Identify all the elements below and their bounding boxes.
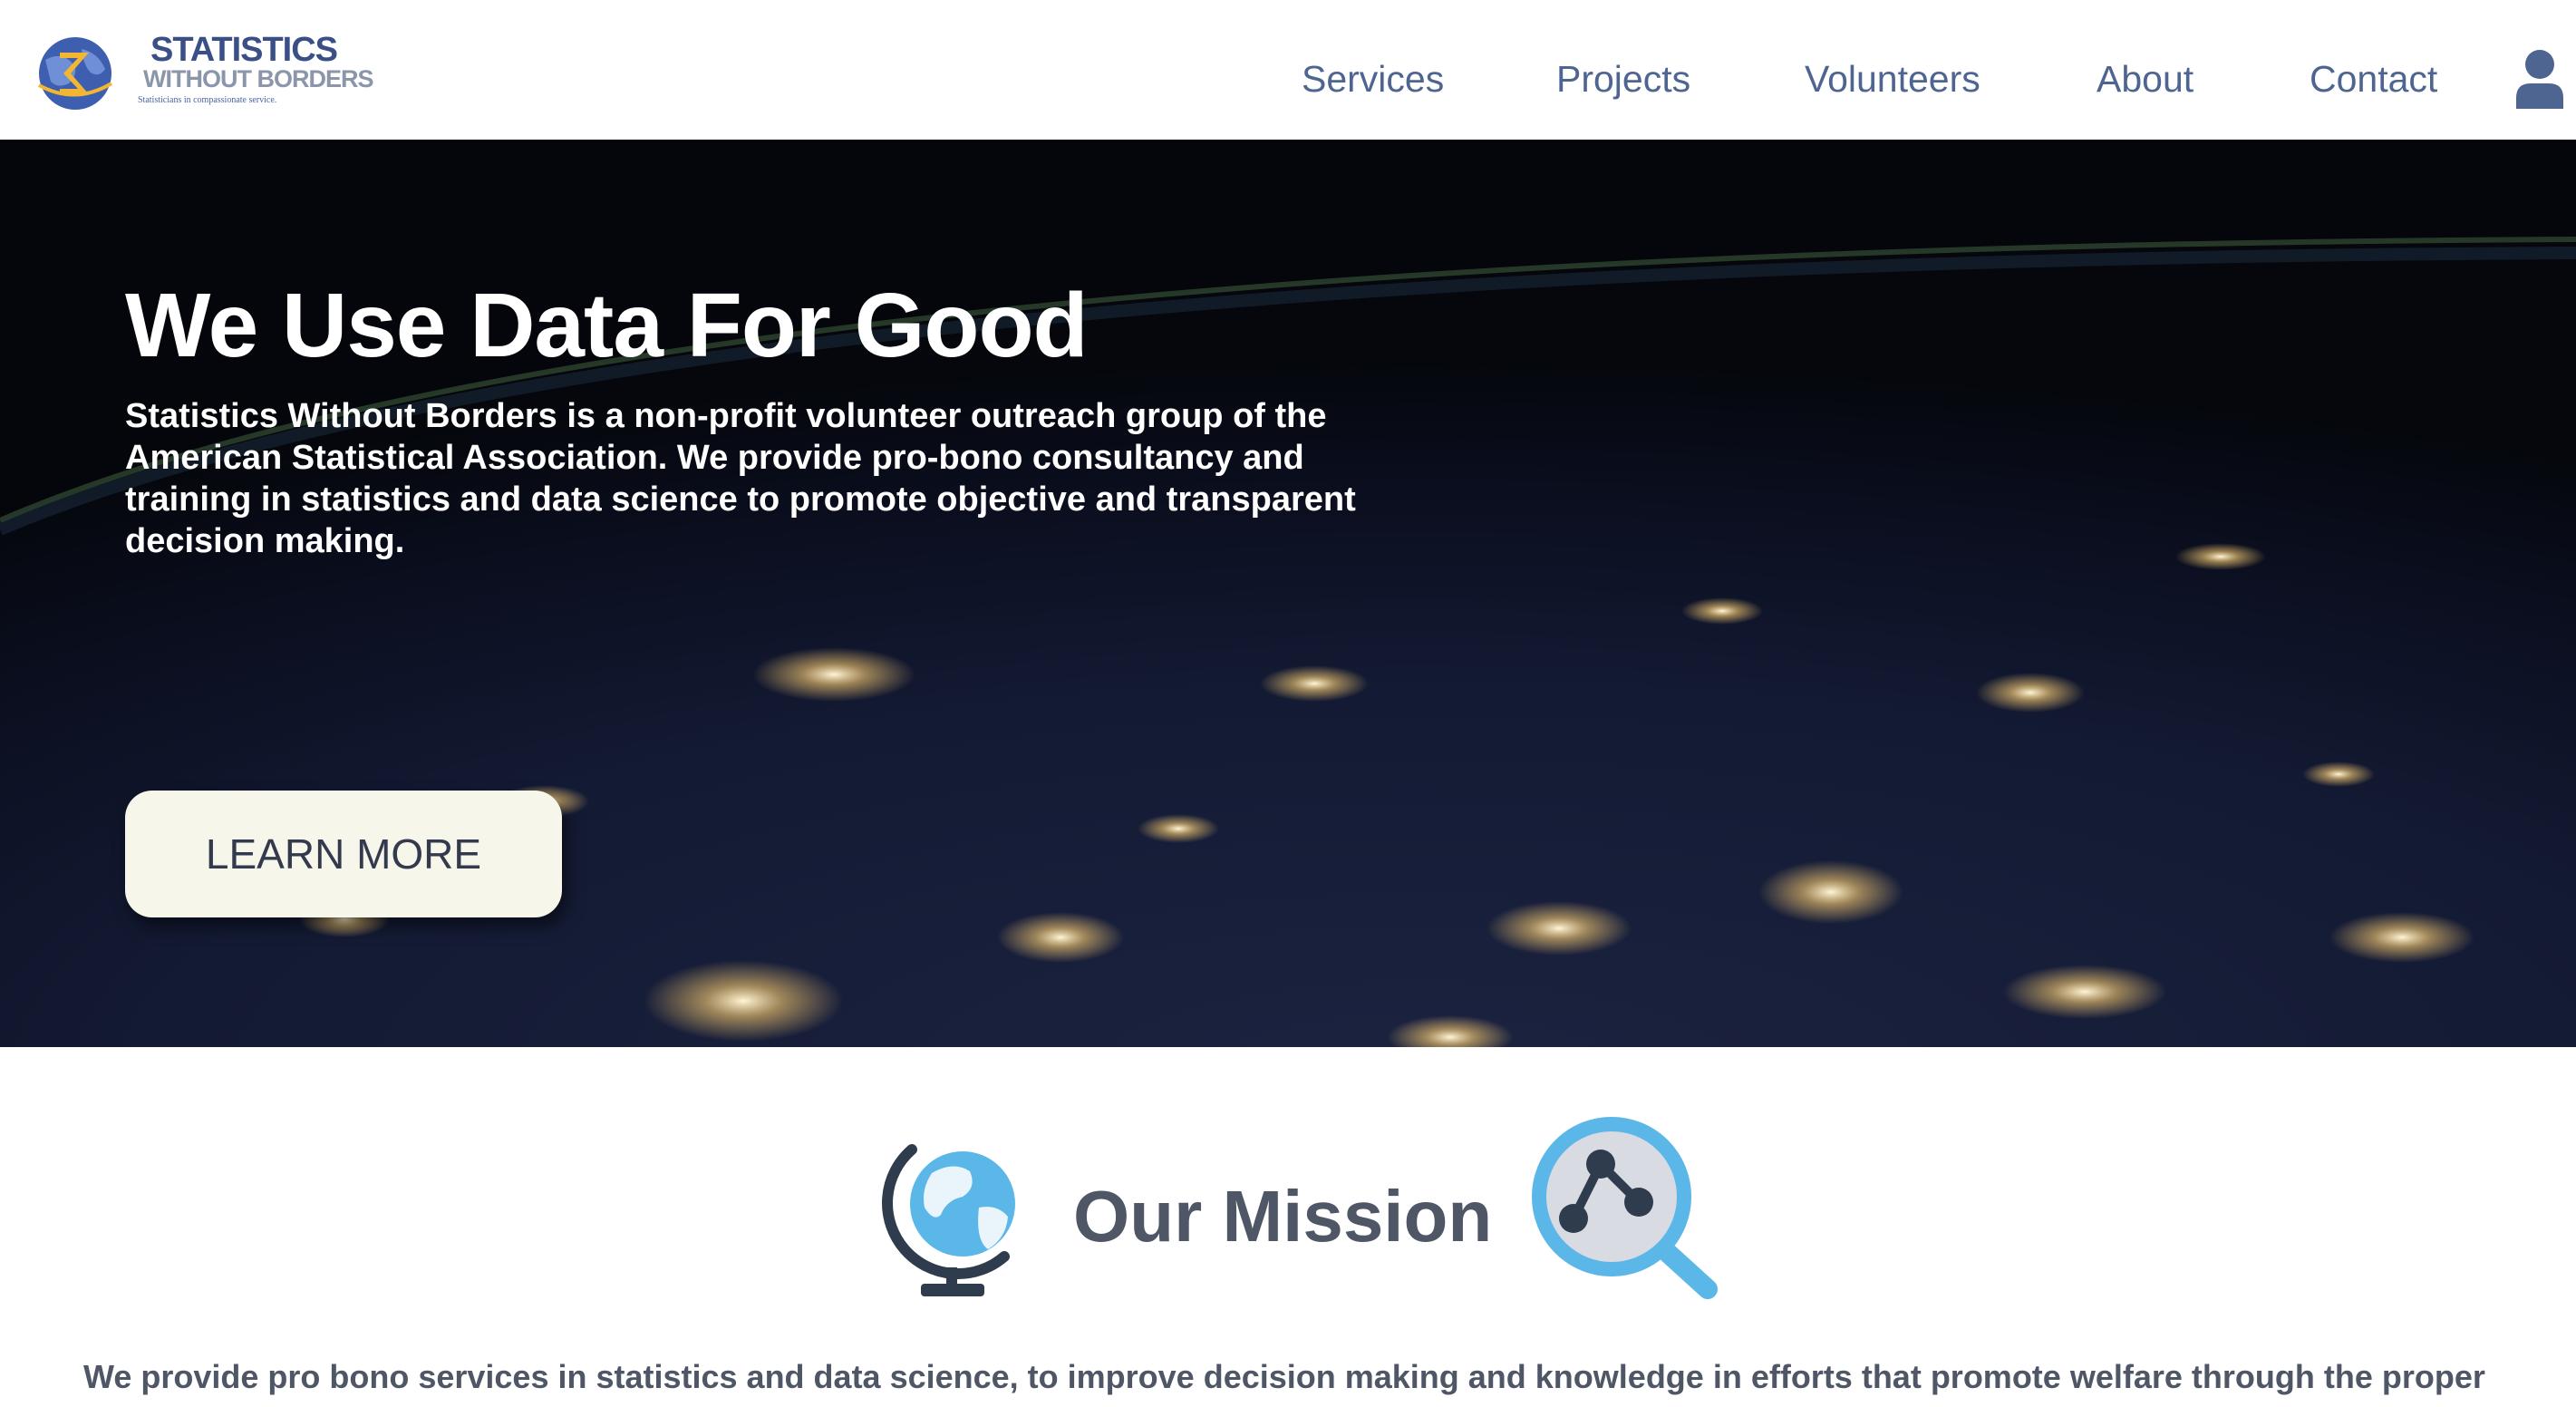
nav-services[interactable]: Services — [1302, 58, 1444, 101]
learn-more-button[interactable]: LEARN MORE — [125, 791, 562, 917]
mission-text: We provide pro bono services in statisti… — [83, 1358, 2485, 1395]
nav-volunteers[interactable]: Volunteers — [1805, 58, 1980, 101]
mission-title: Our Mission — [1073, 1176, 1493, 1257]
logo-subtitle: WITHOUT BORDERS — [143, 65, 373, 92]
hero-title: We Use Data For Good — [125, 275, 1089, 376]
logo-globe-icon — [38, 37, 113, 110]
nav-projects[interactable]: Projects — [1556, 58, 1690, 101]
nav-contact[interactable]: Contact — [2310, 58, 2437, 101]
globe-icon — [882, 1144, 1015, 1296]
site-header: STATISTICS WITHOUT BORDERS Statisticians… — [0, 0, 2576, 140]
logo-title: STATISTICS — [150, 31, 338, 69]
hero-description: Statistics Without Borders is a non-prof… — [125, 397, 1356, 560]
user-icon[interactable] — [2514, 49, 2565, 109]
logo-tagline: Statisticians in compassionate service. — [138, 95, 277, 105]
hero-banner: We Use Data For Good Statistics Without … — [0, 140, 2576, 1047]
nav-about[interactable]: About — [2097, 58, 2193, 101]
network-search-icon — [1532, 1117, 1718, 1299]
logo[interactable]: STATISTICS WITHOUT BORDERS Statisticians… — [34, 29, 373, 111]
